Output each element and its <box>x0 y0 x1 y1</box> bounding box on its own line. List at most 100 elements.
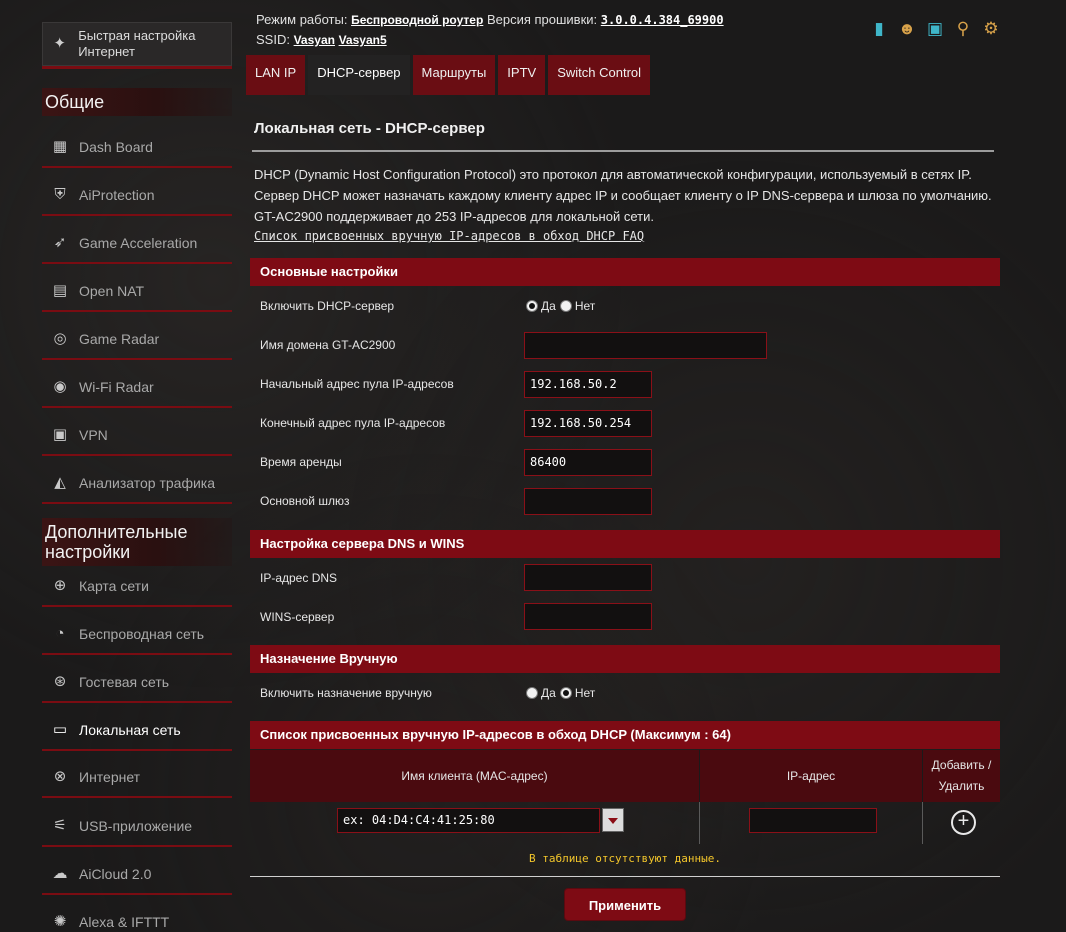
quick-internet-setup-button[interactable]: ✦ Быстрая настройка Интернет <box>42 22 232 66</box>
usb-status-icon[interactable]: ⚲ <box>952 18 974 40</box>
cloud-icon: ☁ <box>52 865 68 882</box>
sidebar-item-aiprotection[interactable]: ⛨ AiProtection <box>42 176 232 216</box>
sidebar-item-guest-network[interactable]: ⊛ Гостевая сеть <box>42 663 232 703</box>
col-ip-address: IP-адрес <box>786 768 836 783</box>
sidebar-item-game-acceleration[interactable]: ➶ Game Acceleration <box>42 224 232 264</box>
sidebar-item-open-nat[interactable]: ▤ Open NAT <box>42 272 232 312</box>
sidebar-item-label: Беспроводная сеть <box>79 626 205 642</box>
manual-ip-list-header: Список присвоенных вручную IP-адресов в … <box>250 721 1000 749</box>
open-nat-icon: ▤ <box>52 282 68 299</box>
enable-dhcp-label: Включить DHCP-сервер <box>260 299 395 313</box>
sidebar-item-label: Game Acceleration <box>79 235 198 251</box>
enable-manual-label: Включить назначение вручную <box>260 686 432 700</box>
sidebar-item-aicloud[interactable]: ☁ AiCloud 2.0 <box>42 855 232 895</box>
col-add-label: Добавить / <box>931 758 992 772</box>
sidebar-item-internet[interactable]: ⊗ Интернет <box>42 758 232 798</box>
firmware-version-link[interactable]: 3.0.0.4.384_69900 <box>601 13 724 27</box>
radar-icon: ◎ <box>53 330 67 347</box>
lease-time-label: Время аренды <box>260 455 342 469</box>
wifi-radar-icon: ◉ <box>53 378 67 395</box>
col-add-delete: Добавить / Удалить <box>923 750 1000 802</box>
sidebar-item-usb-application[interactable]: ⚟ USB-приложение <box>42 807 232 847</box>
tab-switch-control[interactable]: Switch Control <box>548 55 651 95</box>
enable-manual-radio-group: Да Нет <box>526 686 599 700</box>
dns-wins-header: Настройка сервера DNS и WINS <box>250 530 1000 558</box>
radio-no-label: Нет <box>574 299 596 313</box>
sidebar-item-label: Game Radar <box>79 331 160 347</box>
users-icon[interactable]: ☻ <box>896 18 918 40</box>
sidebar-item-traffic-analyzer[interactable]: ◭ Анализатор трафика <box>42 464 232 504</box>
status-header: Режим работы: Беспроводной роутер Версия… <box>256 12 724 52</box>
sidebar-item-lan[interactable]: ▭ Локальная сеть <box>42 711 232 751</box>
apply-button[interactable]: Применить <box>564 888 686 921</box>
sidebar-item-label: Wi-Fi Radar <box>79 379 154 395</box>
manual-ip-faq-link[interactable]: Список присвоенных вручную IP-адресов в … <box>254 229 644 243</box>
rocket-icon: ➶ <box>53 234 67 251</box>
tab-routes[interactable]: Маршруты <box>412 55 496 95</box>
operation-mode-link[interactable]: Беспроводной роутер <box>351 13 483 27</box>
sidebar-item-dashboard[interactable]: ▦ Dash Board <box>42 128 232 168</box>
title-divider <box>252 150 994 152</box>
firmware-label: Версия прошивки: <box>486 12 598 27</box>
sidebar-item-alexa-ifttt[interactable]: ✺ Alexa & IFTTT <box>42 903 232 932</box>
lease-time-input[interactable]: 86400 <box>524 449 652 476</box>
enable-dhcp-yes-radio[interactable] <box>526 300 538 312</box>
sidebar-item-wifi-radar[interactable]: ◉ Wi-Fi Radar <box>42 368 232 408</box>
network-status-icon[interactable]: ▣ <box>924 18 946 40</box>
mode-label: Режим работы: <box>256 12 348 27</box>
tab-dhcp-server[interactable]: DHCP-сервер <box>308 55 410 95</box>
page-description: DHCP (Dynamic Host Configuration Protoco… <box>254 164 1000 227</box>
empty-table-message: В таблице отсутствуют данные. <box>528 852 722 865</box>
sidebar-item-label: Dash Board <box>79 139 153 155</box>
domain-name-input[interactable] <box>524 332 767 359</box>
client-list-dropdown-button[interactable] <box>602 808 624 832</box>
radio-yes-label: Да <box>541 299 556 313</box>
enable-dhcp-radio-group: Да Нет <box>526 299 599 313</box>
pool-start-input[interactable]: 192.168.50.2 <box>524 371 652 398</box>
wins-server-label: WINS-сервер <box>260 610 335 624</box>
col-client-name: Имя клиента (MAC-адрес) <box>401 768 548 783</box>
app-icon[interactable]: ▮ <box>868 18 890 40</box>
status-icons: ▮ ☻ ▣ ⚲ ⚙ <box>868 18 1002 40</box>
sidebar-item-label: Анализатор трафика <box>79 475 216 491</box>
usb-icon: ⚟ <box>53 817 67 834</box>
sidebar-item-label: AiCloud 2.0 <box>79 866 152 882</box>
alexa-icon: ✺ <box>53 913 67 930</box>
dashboard-icon: ▦ <box>52 138 68 155</box>
lan-icon: ▭ <box>52 721 68 738</box>
row-divider <box>922 802 923 844</box>
sidebar-item-vpn[interactable]: ▣ VPN <box>42 416 232 456</box>
plus-circle-icon: + <box>957 810 970 832</box>
bottom-divider <box>250 876 1000 877</box>
shield-lock-icon: ⛨ <box>54 186 66 203</box>
enable-manual-yes-radio[interactable] <box>526 687 538 699</box>
enable-dhcp-no-radio[interactable] <box>559 300 572 312</box>
tab-lan-ip[interactable]: LAN IP <box>246 55 306 95</box>
pool-end-input[interactable]: 192.168.50.254 <box>524 410 652 437</box>
tab-iptv[interactable]: IPTV <box>498 55 546 95</box>
settings-gear-icon[interactable]: ⚙ <box>980 18 1002 40</box>
globe-icon: ⊕ <box>53 577 67 594</box>
gateway-input[interactable] <box>524 488 652 515</box>
add-entry-button[interactable]: + <box>951 810 976 835</box>
sidebar-item-label: Гостевая сеть <box>79 674 170 690</box>
sidebar-item-label: Карта сети <box>79 578 149 594</box>
radio-yes-label: Да <box>541 686 556 700</box>
wins-server-input[interactable] <box>524 603 652 630</box>
dns-ip-input[interactable] <box>524 564 652 591</box>
sidebar-item-game-radar[interactable]: ◎ Game Radar <box>42 320 232 360</box>
sidebar-item-wireless[interactable]: ◔ Беспроводная сеть <box>42 615 232 655</box>
sidebar-item-label: Open NAT <box>79 283 145 299</box>
radio-no-label: Нет <box>574 686 596 700</box>
page-title: Локальная сеть - DHCP-сервер <box>254 120 485 137</box>
gateway-label: Основной шлюз <box>260 494 350 508</box>
mac-address-input[interactable]: ex: 04:D4:C4:41:25:80 <box>337 808 600 833</box>
enable-manual-no-radio[interactable] <box>559 687 572 699</box>
sidebar-item-label: AiProtection <box>79 187 155 203</box>
manual-ip-input[interactable] <box>749 808 877 833</box>
ssid-link-1[interactable]: Vasyan <box>294 33 335 47</box>
sidebar-item-network-map[interactable]: ⊕ Карта сети <box>42 567 232 607</box>
internet-globe-icon: ⊗ <box>53 768 67 785</box>
pool-start-label: Начальный адрес пула IP-адресов <box>260 377 454 391</box>
ssid-link-2[interactable]: Vasyan5 <box>339 33 387 47</box>
